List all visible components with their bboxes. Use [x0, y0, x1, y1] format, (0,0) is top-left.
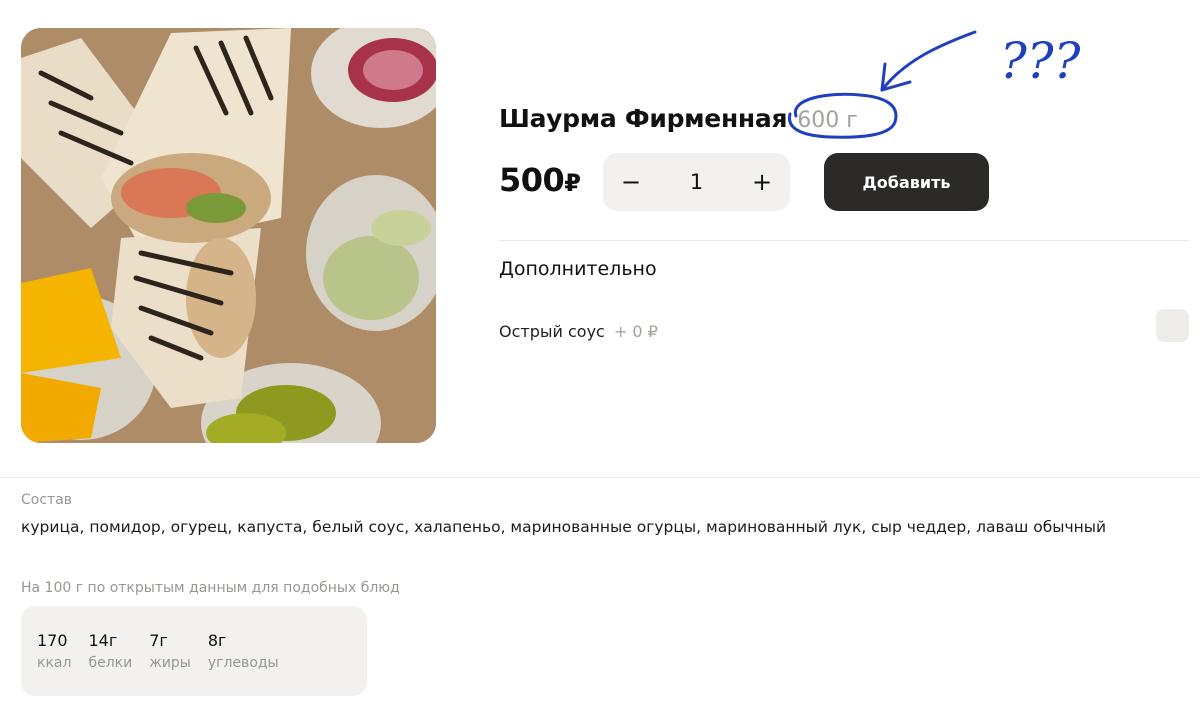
composition-heading: Состав: [21, 492, 73, 508]
product-weight: 600 г: [797, 108, 858, 133]
add-to-cart-button[interactable]: Добавить: [824, 153, 989, 211]
shawarma-image: [21, 28, 436, 443]
arrowhead-annotation: [880, 62, 912, 92]
extra-option-spicy-sauce: Острый соус + 0 ₽: [499, 322, 658, 341]
extras-heading: Дополнительно: [499, 258, 657, 280]
divider: [499, 240, 1189, 241]
price-value: 500: [499, 161, 565, 199]
composition-text: курица, помидор, огурец, капуста, белый …: [21, 518, 1107, 536]
quantity-value: 1: [689, 170, 704, 194]
nutrition-item-protein: 14г белки: [88, 631, 132, 696]
product-title-row: Шаурма Фирменная 600 г: [499, 104, 858, 138]
quantity-stepper: − 1 +: [603, 153, 790, 211]
nutrition-value: 7г: [149, 631, 168, 650]
increase-quantity-button[interactable]: +: [744, 164, 780, 200]
nutrition-item-carbs: 8г углеводы: [208, 631, 279, 696]
product-price: 500₽: [499, 161, 581, 201]
product-photo: [21, 28, 436, 443]
question-marks-annotation: ???: [1000, 32, 1082, 90]
nutrition-label: белки: [88, 655, 133, 671]
arrow-annotation: [880, 30, 977, 92]
decrease-quantity-button[interactable]: −: [613, 164, 649, 200]
nutrition-value: 170: [37, 631, 68, 650]
price-currency: ₽: [564, 169, 581, 197]
spicy-sauce-checkbox[interactable]: [1156, 309, 1189, 342]
product-title: Шаурма Фирменная: [499, 104, 788, 133]
section-divider: [0, 477, 1200, 478]
nutrition-note: На 100 г по открытым данным для подобных…: [21, 580, 400, 596]
nutrition-card: 170 ккал 14г белки 7г жиры 8г углеводы: [21, 606, 367, 696]
nutrition-item-fat: 7г жиры: [149, 631, 191, 696]
nutrition-value: 8г: [207, 631, 227, 650]
nutrition-value: 14г: [88, 631, 118, 650]
nutrition-label: жиры: [149, 655, 191, 671]
nutrition-label: ккал: [37, 655, 72, 671]
nutrition-label: углеводы: [207, 655, 279, 671]
product-page: Шаурма Фирменная 600 г 500₽ − 1 + Добави…: [0, 0, 1200, 728]
nutrition-item-calories: 170 ккал: [37, 631, 71, 696]
extra-option-price: + 0 ₽: [613, 322, 658, 341]
extra-option-label: Острый соус: [499, 322, 605, 341]
